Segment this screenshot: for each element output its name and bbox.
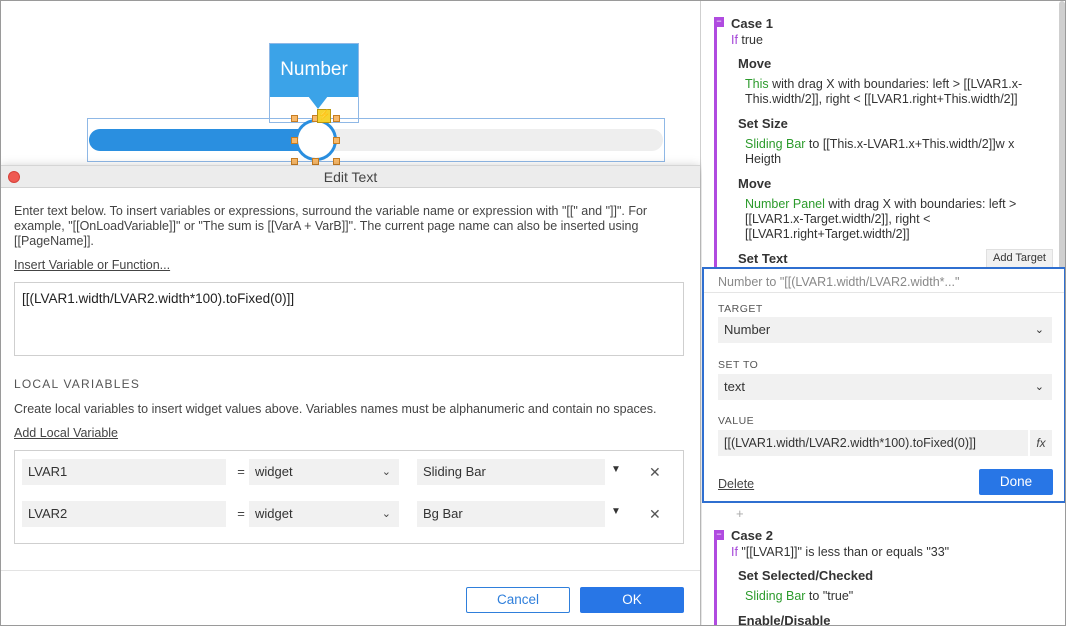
case-line <box>714 531 717 625</box>
expression-textarea[interactable]: [[(LVAR1.width/LVAR2.width*100).toFixed(… <box>14 282 684 356</box>
tooltip-selection-box <box>269 43 359 123</box>
resize-handle[interactable] <box>291 158 298 165</box>
resize-handle[interactable] <box>291 115 298 122</box>
target-label: TARGET <box>718 303 763 315</box>
local-variable-row: LVAR1 = widget ⌄ Sliding Bar ▼ ✕ <box>15 451 683 493</box>
set-to-value: text <box>724 379 745 394</box>
resize-handle[interactable] <box>333 137 340 144</box>
variable-name-input[interactable]: LVAR2 <box>22 501 226 527</box>
action-title[interactable]: Set Size <box>738 116 788 131</box>
ok-button[interactable]: OK <box>580 587 684 613</box>
interactions-panel: − Case 1 If true Move This with drag X w… <box>702 1 1065 625</box>
condition-text: true <box>737 33 763 47</box>
dialog-title: Edit Text <box>323 169 378 185</box>
local-variables-description: Create local variables to insert widget … <box>14 402 657 416</box>
delete-link[interactable]: Delete <box>718 477 754 491</box>
dropdown-triangle-icon[interactable]: ▼ <box>611 501 621 523</box>
remove-variable-icon[interactable]: ✕ <box>649 459 661 485</box>
close-window-icon[interactable] <box>8 171 20 183</box>
collapse-case-icon[interactable]: − <box>714 530 724 540</box>
case-title[interactable]: Case 2 <box>731 528 773 543</box>
resize-handle[interactable] <box>291 137 298 144</box>
case-condition: If true <box>731 33 763 47</box>
add-local-variable-link[interactable]: Add Local Variable <box>14 426 118 440</box>
chevron-down-icon: ⌄ <box>1034 381 1044 393</box>
variable-type-value: widget <box>255 464 293 479</box>
edit-text-dialog: Edit Text Enter text below. To insert va… <box>1 165 700 625</box>
done-button[interactable]: Done <box>979 469 1053 495</box>
add-target-button[interactable]: Add Target <box>986 249 1053 268</box>
if-keyword: If <box>731 33 738 47</box>
local-variable-row: LVAR2 = widget ⌄ Bg Bar ▼ ✕ <box>15 493 683 535</box>
action-target: Sliding Bar <box>745 589 806 603</box>
cancel-button[interactable]: Cancel <box>466 587 570 613</box>
chevron-down-icon: ⌄ <box>381 508 391 520</box>
footer-divider <box>1 570 700 571</box>
dialog-instructions: Enter text below. To insert variables or… <box>14 204 648 248</box>
local-variables-table: LVAR1 = widget ⌄ Sliding Bar ▼ ✕ LVAR2 = … <box>14 450 684 544</box>
insert-variable-link[interactable]: Insert Variable or Function... <box>14 258 170 272</box>
widget-select[interactable]: Bg Bar <box>417 501 605 527</box>
remove-variable-icon[interactable]: ✕ <box>649 501 661 527</box>
resize-handle[interactable] <box>333 158 340 165</box>
dropdown-triangle-icon[interactable]: ▼ <box>611 459 621 481</box>
variable-type-value: widget <box>255 506 293 521</box>
add-action-icon[interactable]: + <box>736 506 744 521</box>
lightning-bolt-icon: ⚡ <box>317 109 331 123</box>
function-icon[interactable]: fx <box>1030 430 1052 456</box>
action-title[interactable]: Move <box>738 56 771 71</box>
case-title[interactable]: Case 1 <box>731 16 773 31</box>
sliding-bar[interactable] <box>89 129 315 151</box>
action-body: Sliding Bar to [[This.x-LVAR1.x+This.wid… <box>745 137 1045 167</box>
value-input[interactable]: [[(LVAR1.width/LVAR2.width*100).toFixed(… <box>718 430 1028 456</box>
set-to-select[interactable]: text ⌄ <box>718 374 1052 400</box>
action-body: Sliding Bar to "true" <box>745 589 1045 604</box>
if-keyword: If <box>731 545 738 559</box>
slider-knob[interactable] <box>295 119 337 161</box>
action-target: Number Panel <box>745 197 825 211</box>
action-body: Number Panel with drag X with boundaries… <box>745 197 1045 242</box>
variable-type-select[interactable]: widget ⌄ <box>249 459 399 485</box>
chevron-down-icon: ⌄ <box>381 466 391 478</box>
action-summary: Number to "[[(LVAR1.width/LVAR2.width*..… <box>718 275 960 289</box>
chevron-down-icon: ⌄ <box>1034 324 1044 336</box>
action-detail: with drag X with boundaries: left > [[LV… <box>745 77 1023 106</box>
variable-type-select[interactable]: widget ⌄ <box>249 501 399 527</box>
case-condition: If "[[LVAR1]]" is less than or equals "3… <box>731 545 949 559</box>
action-title[interactable]: Enable/Disable <box>738 613 830 625</box>
action-target: Sliding Bar <box>745 137 806 151</box>
divider <box>704 292 1064 293</box>
app-window: Number ⚡ Edit Text Enter text below. To … <box>0 0 1066 626</box>
set-text-editor: Number to "[[(LVAR1.width/LVAR2.width*..… <box>702 267 1065 503</box>
action-title[interactable]: Set Text <box>738 251 788 266</box>
set-to-label: SET TO <box>718 359 759 371</box>
variable-name-input[interactable]: LVAR1 <box>22 459 226 485</box>
collapse-case-icon[interactable]: − <box>714 17 724 27</box>
condition-text: "[[LVAR1]]" is less than or equals "33" <box>737 545 950 559</box>
widget-select[interactable]: Sliding Bar <box>417 459 605 485</box>
action-body: This with drag X with boundaries: left >… <box>745 77 1045 107</box>
action-target: This <box>745 77 769 91</box>
equals-sign: = <box>237 464 245 479</box>
action-detail: to "true" <box>805 589 854 603</box>
target-select[interactable]: Number ⌄ <box>718 317 1052 343</box>
local-variables-heading: LOCAL VARIABLES <box>14 377 141 391</box>
dialog-titlebar: Edit Text <box>1 166 700 188</box>
target-value: Number <box>724 322 771 337</box>
value-label: VALUE <box>718 415 755 427</box>
case-line <box>714 27 717 267</box>
action-title[interactable]: Move <box>738 176 771 191</box>
equals-sign: = <box>237 506 245 521</box>
resize-handle[interactable] <box>312 158 319 165</box>
action-title[interactable]: Set Selected/Checked <box>738 568 873 583</box>
resize-handle[interactable] <box>333 115 340 122</box>
